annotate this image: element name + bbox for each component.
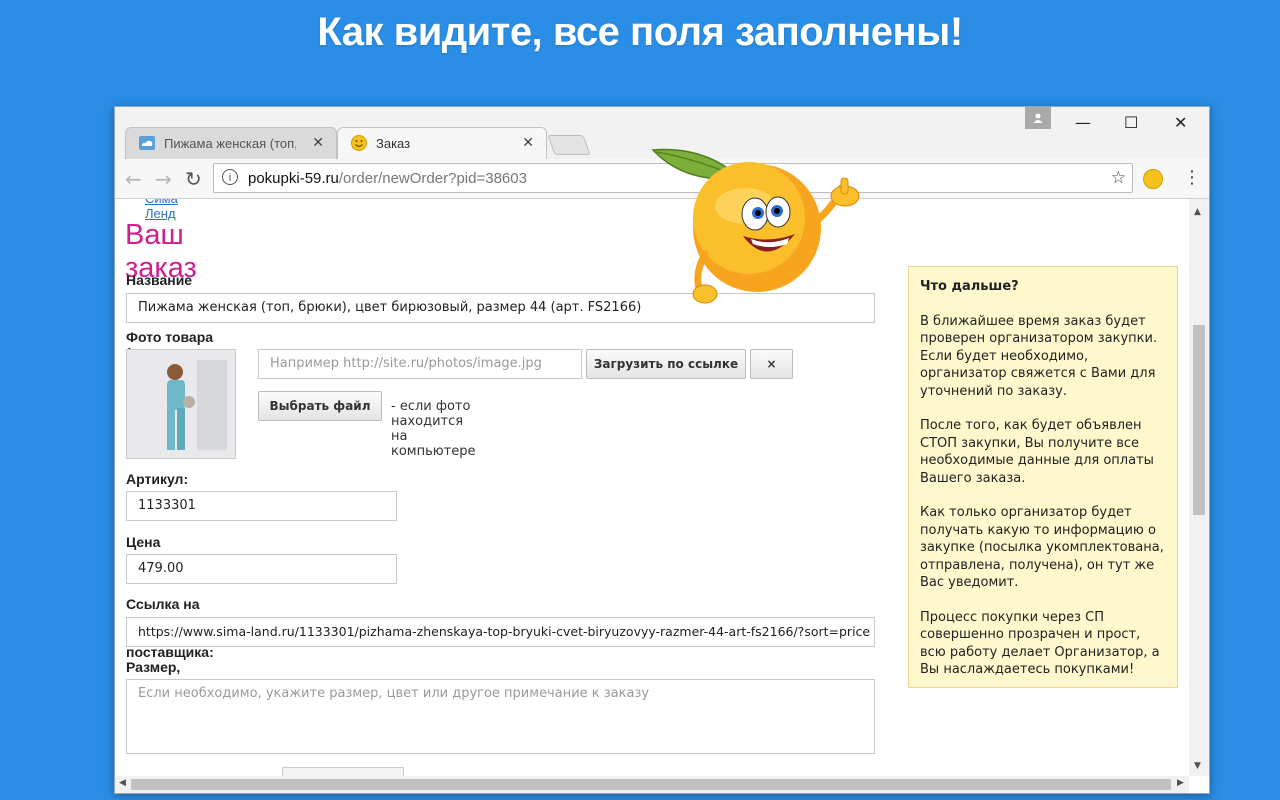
next-steps-title: Что дальше?	[920, 279, 1019, 294]
supplier-link-field[interactable]: https://www.sima-land.ru/1133301/pizhama…	[126, 617, 875, 647]
back-icon[interactable]: ←	[125, 167, 142, 191]
sku-field[interactable]: 1133301	[126, 491, 397, 521]
maximize-icon[interactable]: ☐	[1124, 113, 1138, 132]
menu-dots-icon[interactable]: ⋮	[1183, 167, 1201, 188]
next-steps-box: Что дальше? В ближайшее время заказ буде…	[908, 266, 1178, 688]
forward-icon[interactable]: →	[155, 167, 172, 191]
next-steps-paragraph: Как только организатор будет получать ка…	[920, 505, 1164, 590]
orange-mascot-icon	[651, 148, 860, 304]
close-tab-icon[interactable]: ✕	[522, 134, 534, 151]
scroll-right-icon[interactable]: ▶	[1177, 778, 1184, 788]
info-icon[interactable]: i	[222, 169, 238, 185]
user-icon[interactable]	[1025, 107, 1051, 129]
extension-smiley-icon[interactable]	[1143, 169, 1163, 189]
choose-file-button[interactable]: Выбрать файл	[258, 391, 382, 421]
next-steps-paragraph: Процесс покупки через СП совершенно проз…	[920, 609, 1160, 678]
scrollbar-thumb[interactable]	[131, 779, 1171, 790]
tab-label: Пижама женская (топ, б	[164, 136, 296, 151]
bookmark-star-icon[interactable]: ☆	[1111, 168, 1126, 188]
partial-stepper[interactable]	[282, 767, 404, 776]
note-textarea[interactable]: Если необходимо, укажите размер, цвет ил…	[126, 679, 875, 754]
close-tab-icon[interactable]: ✕	[312, 134, 324, 151]
tab-label: Заказ	[376, 136, 411, 151]
cloud-icon	[139, 136, 155, 150]
url-path: /order/newOrder?pid=38603	[338, 170, 527, 187]
load-by-link-button[interactable]: Загрузить по ссылке	[586, 349, 746, 379]
price-field[interactable]: 479.00	[126, 554, 397, 584]
product-photo	[126, 349, 236, 459]
sku-label: Артикул:	[126, 471, 189, 487]
choose-file-hint: - если фото находится на компьютере	[391, 399, 476, 459]
reload-icon[interactable]: ↻	[185, 167, 202, 191]
close-window-icon[interactable]: ✕	[1174, 113, 1187, 132]
horizontal-scrollbar[interactable]: ◀ ▶	[115, 776, 1189, 793]
clear-photo-button[interactable]: ×	[750, 349, 793, 379]
vertical-scrollbar[interactable]: ▲ ▼	[1189, 199, 1209, 776]
new-tab-button[interactable]	[547, 135, 591, 155]
minimize-icon[interactable]: —	[1075, 113, 1091, 132]
next-steps-paragraph: После того, как будет объявлен СТОП заку…	[920, 418, 1154, 486]
promo-headline: Как видите, все поля заполнены!	[317, 10, 963, 54]
smiley-icon	[351, 135, 367, 151]
url-host: pokupki-59.ru	[248, 170, 339, 187]
breadcrumb-link[interactable]: Сима Ленд	[145, 199, 178, 221]
scrollbar-thumb[interactable]	[1193, 325, 1205, 515]
next-steps-paragraph: В ближайшее время заказ будет проверен о…	[920, 313, 1158, 399]
scroll-down-icon[interactable]: ▼	[1194, 761, 1201, 771]
url-text: pokupki-59.ru/order/newOrder?pid=38603	[248, 170, 527, 187]
scroll-up-icon[interactable]: ▲	[1194, 207, 1201, 217]
tab-order[interactable]: Заказ ✕	[337, 127, 547, 159]
tab-product[interactable]: Пижама женская (топ, б ✕	[125, 127, 337, 159]
photo-url-input[interactable]: Например http://site.ru/photos/image.jpg	[258, 349, 582, 379]
scroll-left-icon[interactable]: ◀	[119, 778, 126, 788]
